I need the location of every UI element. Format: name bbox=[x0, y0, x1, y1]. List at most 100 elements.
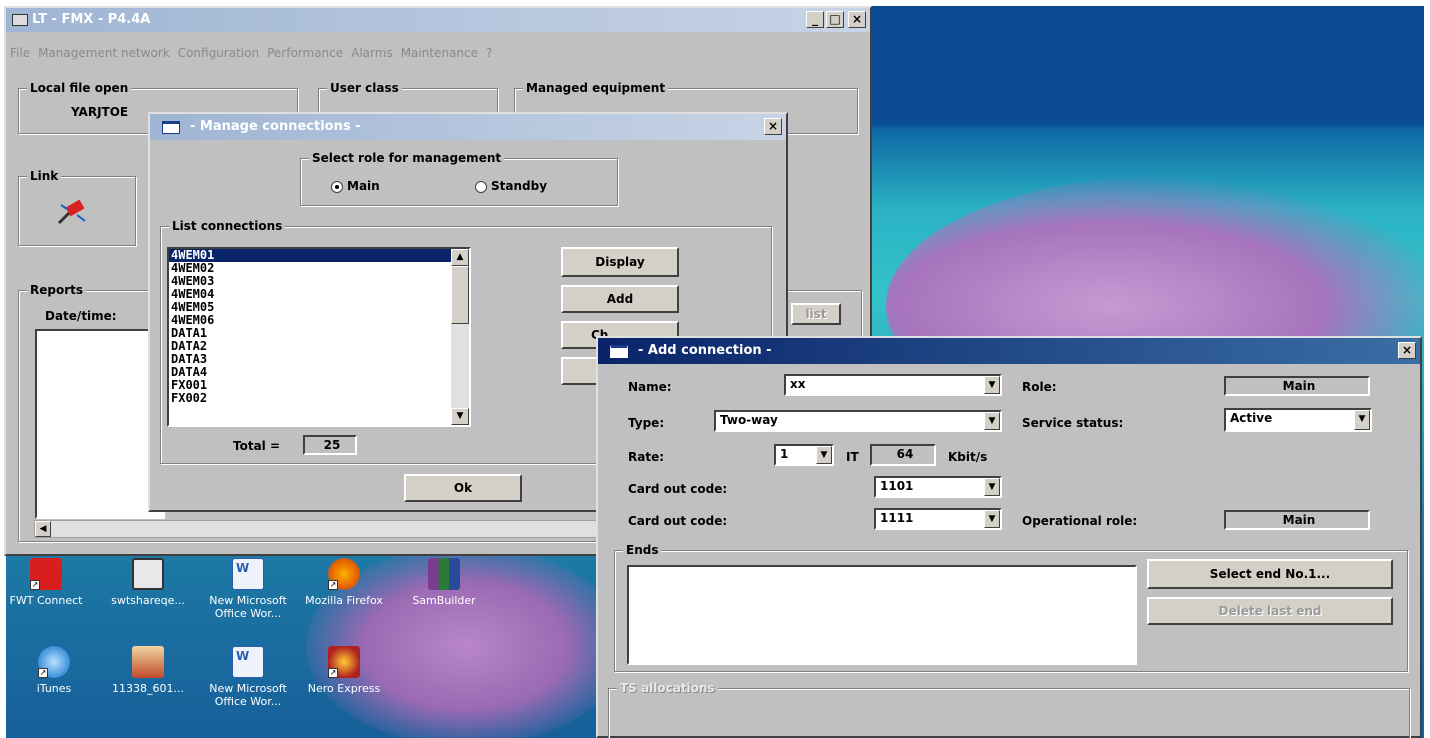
type-value: Two-way bbox=[720, 413, 778, 427]
desktop-icon-sambuilder[interactable]: SamBuilder bbox=[394, 558, 494, 607]
desktop-icon-label: iTunes bbox=[36, 682, 72, 695]
connection-list-item[interactable]: DATA4 bbox=[169, 366, 451, 379]
desktop-icon-itunes[interactable]: ↗ iTunes bbox=[6, 646, 104, 695]
maximize-button[interactable]: □ bbox=[826, 11, 844, 28]
chevron-down-icon[interactable]: ▼ bbox=[984, 376, 1000, 394]
link-disconnected-icon[interactable] bbox=[55, 195, 91, 227]
close-button[interactable]: × bbox=[1398, 342, 1416, 359]
select-end-button[interactable]: Select end No.1... bbox=[1147, 559, 1393, 589]
dialog-icon bbox=[610, 345, 628, 358]
itunes-icon: ↗ bbox=[38, 646, 70, 678]
menu-management-network[interactable]: Management network bbox=[38, 46, 170, 64]
desktop-icon-label: SamBuilder bbox=[412, 594, 476, 607]
role-main-radio[interactable] bbox=[331, 181, 343, 193]
it-label: IT bbox=[846, 450, 859, 464]
app-icon bbox=[12, 14, 28, 26]
date-time-label: Date/time: bbox=[45, 309, 117, 323]
type-combo[interactable]: Two-way ▼ bbox=[714, 410, 1002, 432]
rate-combo[interactable]: 1 ▼ bbox=[774, 444, 834, 466]
name-combo[interactable]: xx ▼ bbox=[784, 374, 1002, 396]
scroll-down-icon[interactable]: ▼ bbox=[451, 408, 469, 425]
menu-help[interactable]: ? bbox=[486, 46, 492, 64]
managed-equipment-label: Managed equipment bbox=[523, 81, 669, 95]
menu-alarms[interactable]: Alarms bbox=[351, 46, 393, 64]
name-value: xx bbox=[790, 377, 806, 391]
operational-role-value: Main bbox=[1224, 510, 1370, 530]
scroll-up-icon[interactable]: ▲ bbox=[451, 249, 469, 266]
desktop-icon-swtshareqe[interactable]: swtshareqe... bbox=[98, 558, 198, 607]
scroll-thumb[interactable] bbox=[451, 266, 469, 324]
scroll-left-icon[interactable]: ◀ bbox=[35, 521, 51, 537]
pdf-shortcut-icon: ↗ bbox=[30, 558, 62, 590]
winrar-archive-icon bbox=[428, 558, 460, 590]
local-file-value: YARJTOE bbox=[71, 105, 129, 119]
role-standby-radio[interactable] bbox=[475, 181, 487, 193]
role-standby-label[interactable]: Standby bbox=[491, 179, 547, 193]
menu-configuration[interactable]: Configuration bbox=[178, 46, 259, 64]
menu-maintenance[interactable]: Maintenance bbox=[401, 46, 478, 64]
connections-list[interactable]: 4WEM01 4WEM02 4WEM03 4WEM04 4WEM05 4WEM06 DATA… bbox=[167, 247, 471, 427]
card-out-code-value-2: 1111 bbox=[880, 511, 914, 525]
minimize-button[interactable]: _ bbox=[806, 11, 824, 28]
connections-items: 4WEM01 4WEM02 4WEM03 4WEM04 4WEM05 4WEM06 DATA… bbox=[169, 249, 451, 405]
list-button[interactable]: list bbox=[791, 303, 841, 325]
card-out-code-value-1: 1101 bbox=[880, 479, 914, 493]
desktop-icon-label: Mozilla Firefox bbox=[305, 594, 383, 607]
connection-list-item[interactable]: FX001 bbox=[169, 379, 451, 392]
desktop-icon-word-doc-1[interactable]: W New Microsoft Office Wor... bbox=[198, 558, 298, 620]
nero-express-icon: ↗ bbox=[328, 646, 360, 678]
connection-list-item[interactable]: 4WEM06 bbox=[169, 314, 451, 327]
close-button[interactable]: × bbox=[764, 118, 782, 135]
add-button[interactable]: Add bbox=[561, 285, 679, 313]
desktop-icon-word-doc-2[interactable]: W New Microsoft Office Wor... bbox=[198, 646, 298, 708]
total-label: Total = bbox=[233, 439, 281, 453]
connection-list-item[interactable]: DATA3 bbox=[169, 353, 451, 366]
menu-performance[interactable]: Performance bbox=[267, 46, 343, 64]
operational-role-label: Operational role: bbox=[1022, 514, 1138, 528]
card-out-code-combo-1[interactable]: 1101 ▼ bbox=[874, 476, 1002, 498]
chevron-down-icon[interactable]: ▼ bbox=[984, 412, 1000, 430]
service-status-label: Service status: bbox=[1022, 416, 1124, 430]
add-connection-dialog: - Add connection - × Name: xx ▼ Type: Tw… bbox=[596, 336, 1422, 738]
chevron-down-icon[interactable]: ▼ bbox=[1354, 410, 1370, 430]
role-main-label[interactable]: Main bbox=[347, 179, 380, 193]
link-group: Link bbox=[18, 169, 136, 246]
chevron-down-icon[interactable]: ▼ bbox=[984, 510, 1000, 528]
card-out-code-combo-2[interactable]: 1111 ▼ bbox=[874, 508, 1002, 530]
delete-last-end-button[interactable]: Delete last end bbox=[1147, 597, 1393, 625]
desktop-icon-fwt-connect[interactable]: ↗ FWT Connect bbox=[6, 558, 96, 607]
manage-connections-titlebar[interactable]: - Manage connections - × bbox=[150, 114, 786, 140]
desktop-icon-mozilla-firefox[interactable]: ↗ Mozilla Firefox bbox=[294, 558, 394, 607]
desktop-icon-label: FWT Connect bbox=[9, 594, 83, 607]
ok-button[interactable]: Ok bbox=[404, 474, 522, 502]
menu-file[interactable]: File bbox=[10, 46, 30, 64]
reports-list[interactable] bbox=[35, 329, 165, 519]
add-connection-titlebar[interactable]: - Add connection - × bbox=[598, 338, 1420, 364]
main-window-titlebar[interactable]: LT - FMX - P4.4A _ □ × bbox=[6, 8, 870, 32]
card-out-code-label-2: Card out code: bbox=[628, 514, 728, 528]
main-window-title: LT - FMX - P4.4A bbox=[32, 12, 151, 27]
connection-list-item[interactable]: DATA1 bbox=[169, 327, 451, 340]
desktop-icon-image-file[interactable]: 11338_601... bbox=[98, 646, 198, 695]
chevron-down-icon[interactable]: ▼ bbox=[984, 478, 1000, 496]
chevron-down-icon[interactable]: ▼ bbox=[816, 446, 832, 464]
ends-list[interactable] bbox=[627, 565, 1137, 665]
connection-list-item[interactable]: DATA2 bbox=[169, 340, 451, 353]
close-button[interactable]: × bbox=[848, 11, 866, 28]
connection-list-item[interactable]: FX002 bbox=[169, 392, 451, 405]
ts-allocations-label: TS allocations bbox=[617, 681, 718, 695]
display-button[interactable]: Display bbox=[561, 247, 679, 277]
desktop-icon-label: Nero Express bbox=[307, 682, 381, 695]
word-document-icon: W bbox=[232, 558, 264, 590]
ends-label: Ends bbox=[623, 543, 662, 557]
service-status-combo[interactable]: Active ▼ bbox=[1224, 408, 1372, 432]
reports-label: Reports bbox=[27, 283, 87, 297]
add-connection-title: - Add connection - bbox=[638, 343, 772, 358]
connections-scrollbar[interactable]: ▲ ▼ bbox=[451, 249, 469, 425]
horizontal-scrollbar[interactable]: ◀ bbox=[34, 520, 624, 538]
desktop-icon-label: swtshareqe... bbox=[111, 594, 185, 607]
role-group: Select role for management Main Standby bbox=[300, 151, 618, 206]
ends-group: Ends Select end No.1... Delete last end bbox=[614, 543, 1408, 672]
kbit-label: Kbit/s bbox=[948, 450, 988, 464]
desktop-icon-nero-express[interactable]: ↗ Nero Express bbox=[294, 646, 394, 695]
